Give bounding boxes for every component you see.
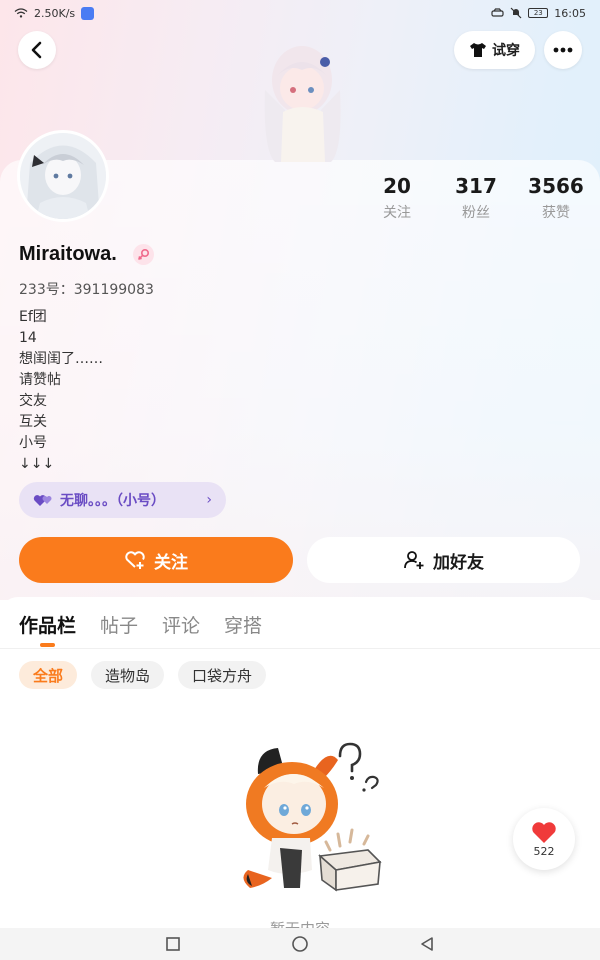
add-friend-label: 加好友 [433,552,484,573]
username: Miraitowa. [19,243,117,265]
back-button[interactable] [18,31,56,69]
chevron-left-icon [31,41,42,59]
back-triangle-icon[interactable] [419,936,435,952]
try-on-label: 试穿 [492,43,520,59]
network-speed: 2.50K/s [34,6,76,20]
mute-bell-icon [510,7,522,19]
tabs-divider [0,648,600,649]
fans-count: 317 [455,174,497,198]
heart-icon [532,821,556,843]
status-right: 23 16:05 [491,7,586,20]
stat-fans[interactable]: 317 粉丝 [451,174,501,222]
bio-line: 想闺闺了…… [19,351,103,367]
bio-line: ↓↓↓ [19,456,55,472]
more-dots-icon [553,47,573,53]
following-label: 关注 [383,205,411,221]
tab-comments[interactable]: 评论 [162,611,200,638]
tab-works[interactable]: 作品栏 [19,611,76,638]
filter-all[interactable]: 全部 [19,661,78,689]
add-user-icon [404,551,424,569]
home-icon[interactable] [291,935,309,953]
try-on-button[interactable]: 试穿 [454,31,535,69]
user-id[interactable]: 233号：391199083 [19,279,154,299]
female-symbol-icon [137,248,150,261]
linked-account-label: 无聊。。。（小号） [60,493,165,509]
add-friend-button[interactable]: 加好友 [307,537,580,583]
app-notification-icon [81,6,95,20]
bio-line: 互关 [19,414,47,430]
avatar-image [20,133,106,219]
chevron-right-icon: › [206,492,212,508]
more-button[interactable] [544,31,582,69]
bio-line: Ef团 [19,309,47,325]
filter-pocket-ark[interactable]: 口袋方舟 [178,661,267,689]
hearts-icon [33,495,52,506]
tab-posts[interactable]: 帖子 [100,611,138,638]
car-icon [491,8,504,17]
tab-outfits[interactable]: 穿搭 [224,611,262,638]
follow-button[interactable]: 关注 [19,537,293,583]
like-float-count: 522 [533,844,555,858]
character-figure-image[interactable] [245,40,360,162]
stat-likes[interactable]: 3566 获赞 [524,174,588,222]
filter-creation-island[interactable]: 造物岛 [91,661,165,689]
avatar[interactable] [17,130,109,222]
empty-state-illustration [243,742,382,892]
fans-label: 粉丝 [462,205,490,221]
heart-plus-icon [125,551,145,569]
gender-female-icon [133,244,154,265]
bio-line: 请赞帖 [19,372,61,388]
system-navigation-bar [0,928,600,960]
likes-count: 3566 [528,174,584,198]
linked-account-chip[interactable]: 无聊。。。（小号） › [19,482,226,518]
wifi-icon [14,8,28,18]
like-float-button[interactable]: 522 [513,808,575,870]
bio-line: 14 [19,330,37,346]
likes-label: 获赞 [542,205,570,221]
clock: 16:05 [554,6,586,20]
bio: Ef团 14 想闺闺了…… 请赞帖 交友 互关 小号 ↓↓↓ [19,307,103,475]
content-tabs: 作品栏 帖子 评论 穿搭 [19,611,262,638]
status-bar: 2.50K/s 23 16:05 [0,0,600,26]
status-left: 2.50K/s [14,6,95,20]
bio-line: 交友 [19,393,47,409]
stat-following[interactable]: 20 关注 [375,174,419,222]
following-count: 20 [383,174,411,198]
tshirt-icon [470,43,486,57]
follow-label: 关注 [154,552,188,573]
active-tab-indicator [40,643,55,647]
recent-apps-icon[interactable] [165,936,181,952]
filter-chips: 全部 造物岛 口袋方舟 [19,661,267,689]
bio-line: 小号 [19,435,47,451]
battery-icon: 23 [528,8,549,18]
